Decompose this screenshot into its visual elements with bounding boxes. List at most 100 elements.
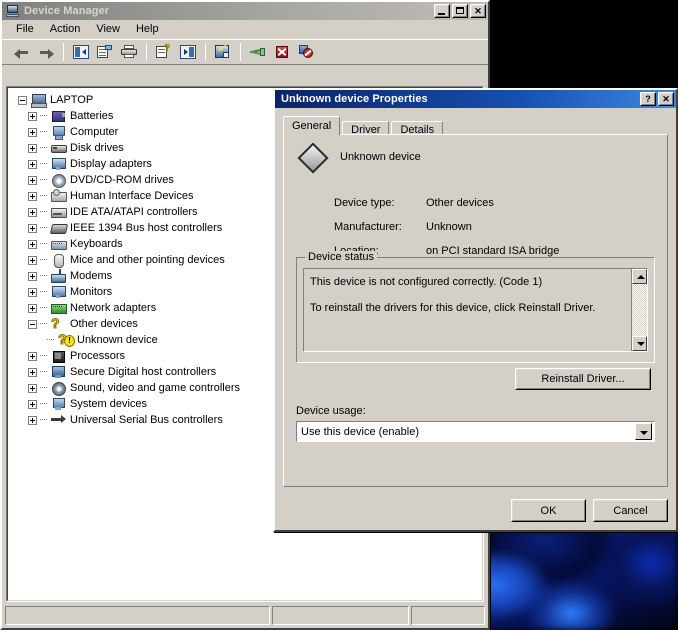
scroll-down-icon[interactable] (632, 336, 647, 351)
help-button[interactable]: ? (152, 41, 176, 63)
help-button[interactable]: ? (640, 92, 656, 106)
details-pane-icon (180, 45, 196, 59)
monitor-icon (50, 284, 66, 300)
collapse-toggle[interactable] (18, 96, 27, 105)
ok-label: OK (512, 500, 585, 521)
expand-toggle[interactable] (28, 112, 37, 121)
expand-toggle[interactable] (28, 304, 37, 313)
expand-toggle[interactable] (28, 352, 37, 361)
uninstall-button[interactable] (246, 41, 270, 63)
question-mark-icon: ? (641, 93, 655, 105)
tree-connector (47, 332, 57, 348)
print-button[interactable] (117, 41, 141, 63)
tree-item-label: Human Interface Devices (70, 188, 194, 204)
maximize-button[interactable] (452, 4, 468, 18)
expand-toggle[interactable] (28, 272, 37, 281)
tree-connector (40, 220, 50, 236)
tree-connector (40, 396, 50, 412)
disable-icon (299, 45, 313, 59)
menu-help[interactable]: Help (128, 21, 167, 37)
menubar[interactable]: File Action View Help (2, 20, 488, 39)
statusbar-pane-3 (411, 606, 485, 625)
field-value: on PCI standard ISA bridge (426, 245, 559, 257)
cancel-button[interactable]: Cancel (593, 499, 668, 522)
tree-connector (40, 380, 50, 396)
tree-item-label: Sound, video and game controllers (70, 380, 240, 396)
expand-toggle[interactable] (28, 368, 37, 377)
tree-item-label: Mice and other pointing devices (70, 252, 225, 268)
device-name: Unknown device (340, 151, 421, 163)
field-value: Unknown (426, 221, 472, 233)
red-x-icon (275, 45, 289, 59)
expand-toggle[interactable] (28, 288, 37, 297)
reinstall-driver-button[interactable]: Reinstall Driver... (515, 368, 651, 390)
minimize-button[interactable] (434, 4, 450, 18)
scrollbar-track[interactable] (632, 284, 647, 336)
expand-toggle[interactable] (28, 208, 37, 217)
tree-item-label: Other devices (70, 316, 138, 332)
expand-toggle[interactable] (28, 176, 37, 185)
ok-button[interactable]: OK (511, 499, 586, 522)
system-device-icon (50, 396, 66, 412)
expand-toggle[interactable] (28, 160, 37, 169)
close-button[interactable]: ✕ (658, 92, 674, 106)
mouse-icon (50, 252, 66, 268)
back-button[interactable] (10, 41, 34, 63)
menu-file[interactable]: File (8, 21, 42, 37)
remove-device-button[interactable] (294, 41, 318, 63)
expand-toggle[interactable] (28, 240, 37, 249)
expand-toggle[interactable] (28, 144, 37, 153)
tab-general[interactable]: General (283, 116, 340, 136)
chevron-down-icon[interactable] (635, 423, 652, 440)
tree-connector (40, 108, 50, 124)
device-status-box[interactable]: This device is not configured correctly.… (303, 268, 648, 352)
expand-toggle[interactable] (28, 128, 37, 137)
field-label: Device type: (334, 197, 426, 209)
unknown-device-properties-dialog[interactable]: Unknown device Properties ? ✕ General Dr… (273, 88, 678, 532)
menu-view[interactable]: View (88, 21, 128, 37)
expand-toggle[interactable] (28, 384, 37, 393)
expand-toggle[interactable] (28, 192, 37, 201)
expand-toggle[interactable] (28, 256, 37, 265)
toolbar-separator (146, 43, 147, 61)
reinstall-driver-label: Reinstall Driver... (516, 369, 650, 389)
unknown-device-icon (50, 316, 66, 332)
properties-dialog-title: Unknown device Properties (281, 93, 640, 105)
toolbar[interactable]: ? (2, 39, 488, 65)
view-details-button[interactable] (176, 41, 200, 63)
update-driver-icon (250, 46, 266, 58)
statusbar-pane-1 (5, 606, 270, 625)
tree-item-label: Keyboards (70, 236, 123, 252)
tree-connector (40, 316, 50, 332)
cancel-label: Cancel (594, 500, 667, 521)
close-button[interactable]: ✕ (470, 4, 486, 18)
expand-toggle[interactable] (28, 400, 37, 409)
status-line-2: To reinstall the drivers for this device… (310, 299, 625, 317)
computer-icon (30, 92, 46, 108)
disable-button[interactable] (270, 41, 294, 63)
scroll-up-icon[interactable] (632, 269, 647, 284)
device-manager-titlebar[interactable]: Device Manager ✕ (2, 2, 488, 20)
tree-item-label: Disk drives (70, 140, 124, 156)
tree-connector (40, 252, 50, 268)
tree-item-label: DVD/CD-ROM drives (70, 172, 174, 188)
device-usage-label: Device usage: (296, 405, 366, 417)
tree-item-label: Computer (70, 124, 118, 140)
expand-toggle[interactable] (28, 224, 37, 233)
close-icon: ✕ (659, 93, 673, 105)
scan-hardware-changes-button[interactable] (211, 41, 235, 63)
collapse-toggle[interactable] (28, 320, 37, 329)
status-scrollbar[interactable] (631, 269, 647, 351)
properties-dialog-titlebar[interactable]: Unknown device Properties ? ✕ (275, 90, 676, 108)
keyboard-icon (50, 236, 66, 252)
tree-connector (40, 124, 50, 140)
forward-button[interactable] (34, 41, 58, 63)
device-usage-select[interactable]: Use this device (enable) (296, 421, 655, 442)
expand-toggle[interactable] (28, 416, 37, 425)
properties-button[interactable] (93, 41, 117, 63)
statusbar (5, 606, 485, 625)
menu-action[interactable]: Action (42, 21, 89, 37)
device-status-group: Device status This device is not configu… (296, 257, 655, 363)
show-hide-tree-button[interactable] (69, 41, 93, 63)
properties-icon (97, 45, 113, 59)
